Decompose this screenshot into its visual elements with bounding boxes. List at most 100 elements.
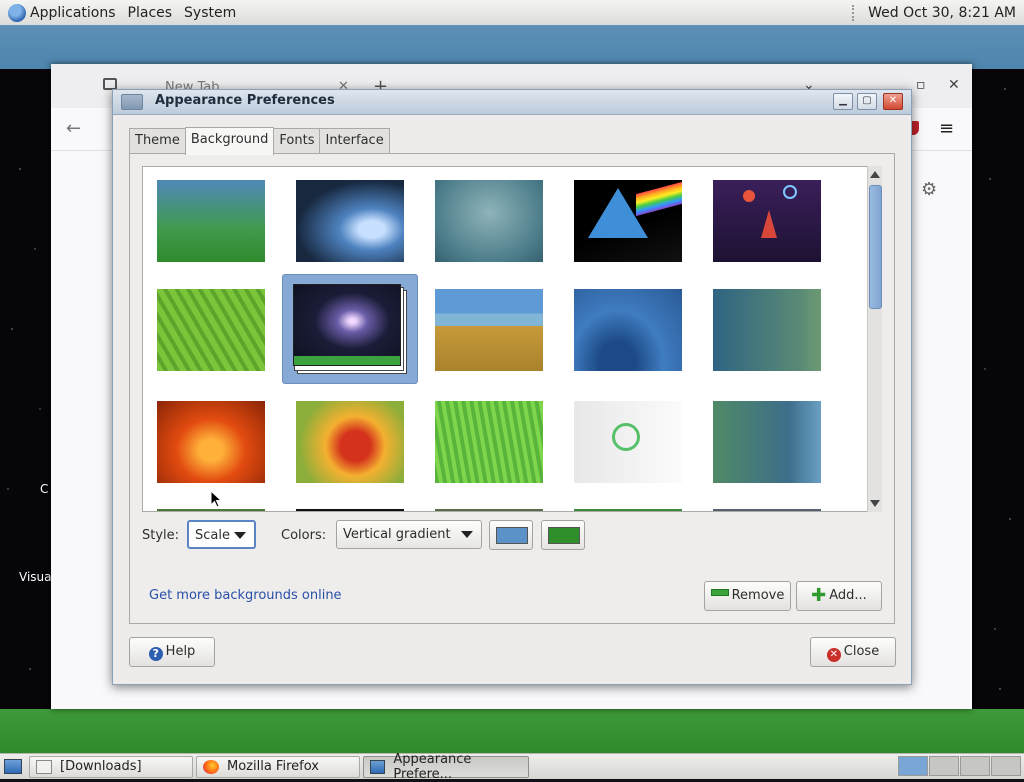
rocket-icon xyxy=(761,210,777,238)
wallpaper-thumbnail[interactable] xyxy=(713,180,821,262)
desktop-background xyxy=(0,25,1024,69)
wallpaper-thumbnail[interactable] xyxy=(296,509,404,511)
wallpaper-thumbnail[interactable] xyxy=(435,509,543,511)
more-backgrounds-link[interactable]: Get more backgrounds online xyxy=(149,588,342,603)
wallpaper-thumbnail[interactable] xyxy=(293,284,401,366)
workspace-2[interactable] xyxy=(929,756,959,776)
tab-theme[interactable]: Theme xyxy=(129,128,186,154)
panel-handle xyxy=(852,4,858,21)
workspace-4[interactable] xyxy=(991,756,1021,776)
close-icon[interactable]: ✕ xyxy=(883,93,903,110)
wallpaper-thumbnail[interactable] xyxy=(157,509,265,511)
scrollbar-thumb[interactable] xyxy=(869,185,882,309)
colors-label: Colors: xyxy=(281,528,327,543)
wallpaper-thumbnail[interactable] xyxy=(435,180,543,262)
desktop-icon-label[interactable]: C xyxy=(40,482,48,496)
desktop-icon xyxy=(4,759,22,774)
remove-button[interactable]: Remove xyxy=(704,581,791,611)
workspace-1[interactable] xyxy=(898,756,928,776)
taskbar-item-appearance[interactable]: Appearance Prefere... xyxy=(363,752,529,782)
show-desktop-button[interactable] xyxy=(0,754,26,779)
remove-icon xyxy=(710,589,729,596)
places-menu[interactable]: Places xyxy=(122,0,179,25)
wallpaper-scrollbar[interactable] xyxy=(867,166,882,512)
add-plus-icon: ✚ xyxy=(811,585,827,606)
close-circle-icon: ✕ xyxy=(826,648,841,662)
rainbow-icon xyxy=(636,181,682,217)
add-button[interactable]: ✚ Add... xyxy=(796,581,882,611)
style-value: Scale xyxy=(195,528,230,543)
ring-icon xyxy=(783,185,797,199)
tab-background[interactable]: Background xyxy=(184,127,275,155)
bottom-panel: [Downloads] Mozilla Firefox Appearance P… xyxy=(0,752,1024,782)
maximize-icon[interactable]: ▫ xyxy=(916,77,926,93)
help-label: Help xyxy=(165,644,196,659)
close-label: Close xyxy=(843,644,880,659)
hamburger-menu-icon[interactable]: ≡ xyxy=(939,118,954,139)
wallpaper-thumbnail[interactable] xyxy=(574,401,682,483)
dialog-title: Appearance Preferences xyxy=(155,93,335,108)
close-button[interactable]: ✕ Close xyxy=(810,637,896,667)
primary-color-button[interactable] xyxy=(489,520,533,550)
firefox-icon xyxy=(203,759,219,774)
taskbar-item-downloads[interactable]: [Downloads] xyxy=(29,755,193,778)
minimize-icon[interactable]: ▁ xyxy=(833,93,853,110)
comet-ground xyxy=(294,356,400,365)
primary-color-swatch xyxy=(496,527,528,544)
folder-icon xyxy=(36,759,52,774)
system-menu[interactable]: System xyxy=(178,0,242,25)
wallpaper-thumbnail[interactable] xyxy=(574,180,682,262)
taskbar-item-label: [Downloads] xyxy=(60,759,142,774)
appearance-preferences-dialog: Appearance Preferences ▁ ▢ ✕ Theme Backg… xyxy=(112,89,912,685)
desktop-icon-label[interactable]: Visua xyxy=(19,570,52,584)
tab-interface[interactable]: Interface xyxy=(319,128,390,154)
back-arrow-icon[interactable]: ← xyxy=(66,118,81,139)
help-icon: ? xyxy=(148,647,163,661)
desktop-green-band xyxy=(0,709,1024,753)
colors-value: Vertical gradient xyxy=(343,527,451,542)
taskbar-item-firefox[interactable]: Mozilla Firefox xyxy=(196,755,360,778)
wallpaper-thumbnail[interactable] xyxy=(713,509,821,511)
window-menu-icon[interactable] xyxy=(121,94,143,110)
preferences-tabs: Theme Background Fonts Interface xyxy=(129,127,390,155)
wallpaper-grid[interactable] xyxy=(142,166,882,512)
wallpaper-thumbnail[interactable] xyxy=(574,289,682,371)
wallpaper-thumbnail[interactable] xyxy=(713,401,821,483)
planet-icon xyxy=(743,190,755,202)
style-label: Style: xyxy=(142,528,180,543)
scroll-up-icon[interactable] xyxy=(870,171,880,178)
taskbar-item-label: Mozilla Firefox xyxy=(227,759,319,774)
remove-label: Remove xyxy=(731,588,785,603)
wallpaper-thumbnail[interactable] xyxy=(574,509,682,511)
wallpaper-thumbnail[interactable] xyxy=(435,401,543,483)
secondary-color-button[interactable] xyxy=(541,520,585,550)
workspace-3[interactable] xyxy=(960,756,990,776)
style-combobox[interactable]: Scale xyxy=(187,520,256,549)
mouse-cursor-icon xyxy=(210,490,222,508)
gear-icon[interactable]: ⚙ xyxy=(921,179,937,200)
dialog-titlebar[interactable]: Appearance Preferences ▁ ▢ ✕ xyxy=(113,90,911,115)
wallpaper-thumbnail[interactable] xyxy=(157,180,265,262)
appearance-icon xyxy=(370,759,386,774)
wallpaper-thumbnail[interactable] xyxy=(296,180,404,262)
close-icon[interactable]: ✕ xyxy=(948,77,960,93)
help-button[interactable]: ? Help xyxy=(129,637,215,667)
wallpaper-thumbnail[interactable] xyxy=(713,289,821,371)
maximize-icon[interactable]: ▢ xyxy=(857,93,877,110)
wallpaper-thumbnail[interactable] xyxy=(157,401,265,483)
tab-fonts[interactable]: Fonts xyxy=(273,128,321,154)
wallpaper-selected-cell[interactable] xyxy=(282,274,418,384)
wallpaper-thumbnail[interactable] xyxy=(435,289,543,371)
chevron-down-icon xyxy=(461,531,473,538)
top-panel: Applications Places System Wed Oct 30, 8… xyxy=(0,0,1024,26)
applications-menu[interactable]: Applications xyxy=(30,0,122,25)
add-label: Add... xyxy=(829,588,867,603)
clock[interactable]: Wed Oct 30, 8:21 AM xyxy=(868,5,1016,21)
wallpaper-thumbnail[interactable] xyxy=(296,401,404,483)
wallpaper-thumbnail[interactable] xyxy=(157,289,265,371)
colors-combobox[interactable]: Vertical gradient xyxy=(336,520,482,549)
swirl-logo-icon xyxy=(612,423,640,451)
scroll-down-icon[interactable] xyxy=(870,500,880,507)
chevron-down-icon xyxy=(234,532,246,539)
gnome-foot-icon[interactable] xyxy=(8,3,26,22)
